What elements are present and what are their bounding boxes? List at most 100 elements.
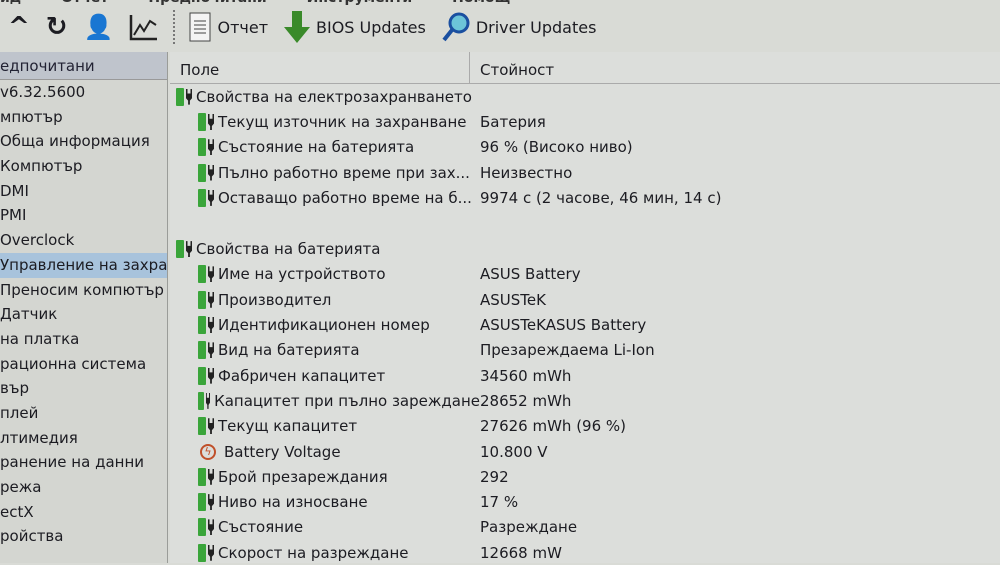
sidebar-item[interactable]: ройства	[0, 524, 167, 549]
plug-icon	[205, 392, 211, 409]
plug-icon	[208, 519, 214, 536]
property-field: Текущ източник на захранване	[218, 112, 467, 131]
sidebar-item[interactable]: ectX	[0, 500, 167, 525]
property-row[interactable]: Идентификационен номер ASUSTeKASUS Batter…	[170, 312, 1000, 337]
property-row[interactable]: Брой презареждания 292	[170, 464, 1000, 489]
benchmark-button[interactable]	[121, 7, 167, 47]
plug-icon	[186, 241, 192, 258]
property-row[interactable]: Вид на батерията Презареждаема Li-Ion	[170, 338, 1000, 363]
property-row[interactable]: Текущ капацитет 27626 mWh (96 %)	[170, 414, 1000, 439]
driver-updates-label: Driver Updates	[475, 17, 597, 37]
plug-icon	[208, 164, 214, 181]
sidebar-item[interactable]: ранение на данни	[0, 450, 167, 475]
sidebar-item[interactable]: лтимедия	[0, 426, 167, 451]
property-value: 28652 mWh	[480, 391, 572, 410]
bios-updates-label: BIOS Updates	[316, 17, 426, 37]
sidebar-item[interactable]: вър	[0, 376, 167, 401]
property-field: Брой презареждания	[218, 467, 388, 486]
property-field: Състояние	[218, 518, 304, 537]
sidebar-item[interactable]: Компютър	[0, 154, 167, 179]
property-value: ASUS Battery	[480, 265, 581, 284]
property-value: ASUSTeK	[480, 290, 546, 309]
search-icon	[442, 12, 470, 42]
toolbar: ^ ↻ 👤 Отчет BIOS Updates Driver Updates	[0, 6, 1000, 48]
sidebar-item[interactable]: PMI	[0, 203, 167, 228]
battery-icon	[198, 341, 206, 360]
sidebar-item[interactable]: плей	[0, 401, 167, 426]
sidebar-item[interactable]: Обща информация	[0, 129, 167, 154]
sidebar-item[interactable]: Overclock	[0, 228, 167, 253]
group-header[interactable]: Свойства на батерията	[170, 236, 1000, 261]
battery-icon	[198, 543, 206, 562]
column-field[interactable]: Поле	[170, 52, 470, 83]
group-header[interactable]: Свойства на електрозахранването	[170, 84, 1000, 109]
report-button[interactable]: Отчет	[181, 7, 276, 47]
sidebar-item[interactable]: v6.32.5600	[0, 80, 167, 105]
sidebar-item[interactable]: Датчик	[0, 302, 167, 327]
plug-icon	[208, 418, 214, 435]
plug-icon	[208, 317, 214, 334]
property-field: Състояние на батерията	[218, 138, 415, 157]
property-row[interactable]: Текущ източник на захранване Батерия	[170, 109, 1000, 134]
battery-icon	[198, 138, 206, 157]
plug-icon	[208, 291, 214, 308]
property-value: 9974 с (2 часове, 46 мин, 14 с)	[480, 188, 722, 207]
download-arrow-icon	[284, 11, 311, 43]
battery-icon	[198, 417, 206, 436]
property-row[interactable]: Име на устройството ASUS Battery	[170, 262, 1000, 287]
battery-icon	[198, 265, 206, 284]
battery-icon	[198, 493, 206, 512]
refresh-button[interactable]: ↻	[38, 7, 76, 47]
property-row[interactable]: Фабричен капацитет 34560 mWh	[170, 363, 1000, 388]
column-value[interactable]: Стойност	[470, 52, 554, 83]
property-value: Разреждане	[480, 518, 578, 537]
sidebar-item[interactable]: мпютър	[0, 105, 167, 130]
property-value: ASUSTeKASUS Battery	[480, 316, 647, 335]
sidebar-item[interactable]: Управление на захран	[0, 252, 167, 278]
property-value: Неизвестно	[480, 163, 573, 182]
sidebar-item[interactable]: Преносим компютър	[0, 278, 167, 303]
driver-updates-button[interactable]: Driver Updates	[434, 7, 605, 47]
sidebar-item[interactable]: рационна система	[0, 352, 167, 377]
plug-icon	[208, 266, 214, 283]
plug-icon	[186, 88, 192, 105]
refresh-icon: ↻	[45, 12, 68, 42]
property-row[interactable]: Оставащо работно време на б... 9974 с (2 …	[170, 185, 1000, 210]
property-field: Оставащо работно време на б...	[218, 188, 472, 207]
property-row[interactable]: Състояние на батерията 96 % (Високо ниво)	[170, 135, 1000, 160]
property-row[interactable]: ϟ Battery Voltage 10.800 V	[170, 439, 1000, 464]
property-field: Капацитет при пълно зареждане	[214, 391, 480, 410]
property-field: Скорост на разреждане	[218, 543, 409, 562]
sidebar-tab-favorites[interactable]: едпочитани	[0, 52, 167, 80]
plug-icon	[208, 113, 214, 130]
property-row[interactable]: Пълно работно време при зах... Неизвестно	[170, 160, 1000, 185]
battery-icon	[198, 188, 206, 207]
property-row[interactable]: Състояние Разреждане	[170, 515, 1000, 540]
property-field: Производител	[218, 290, 332, 309]
user-button[interactable]: 👤	[76, 7, 122, 47]
property-row[interactable]: Капацитет при пълно зареждане 28652 mWh	[170, 388, 1000, 413]
property-value: 10.800 V	[480, 442, 548, 461]
bios-updates-button[interactable]: BIOS Updates	[276, 7, 434, 47]
up-button[interactable]: ^	[0, 7, 38, 47]
column-headers: Поле Стойност	[170, 52, 1000, 84]
plug-icon	[208, 189, 214, 206]
property-row[interactable]: Скорост на разреждане 12668 mW	[170, 540, 1000, 565]
property-field: Идентификационен номер	[218, 316, 430, 335]
property-value: 17 %	[480, 493, 519, 512]
battery-icon	[198, 518, 206, 537]
details-panel: Поле Стойност Свойства на електрозахранв…	[170, 52, 1000, 563]
property-field: Фабричен капацитет	[218, 366, 386, 385]
sidebar-item[interactable]: на платка	[0, 327, 167, 352]
group-title: Свойства на батерията	[196, 240, 381, 259]
property-value: 12668 mW	[480, 543, 562, 562]
property-row[interactable]: Ниво на износване 17 %	[170, 489, 1000, 514]
property-field: Пълно работно време при зах...	[218, 163, 470, 182]
battery-icon	[198, 290, 206, 309]
battery-icon	[176, 87, 184, 106]
plug-icon	[208, 468, 214, 485]
sidebar-item[interactable]: режа	[0, 475, 167, 500]
property-row[interactable]: Производител ASUSTeK	[170, 287, 1000, 312]
battery-icon	[198, 112, 206, 131]
sidebar-item[interactable]: DMI	[0, 179, 167, 204]
